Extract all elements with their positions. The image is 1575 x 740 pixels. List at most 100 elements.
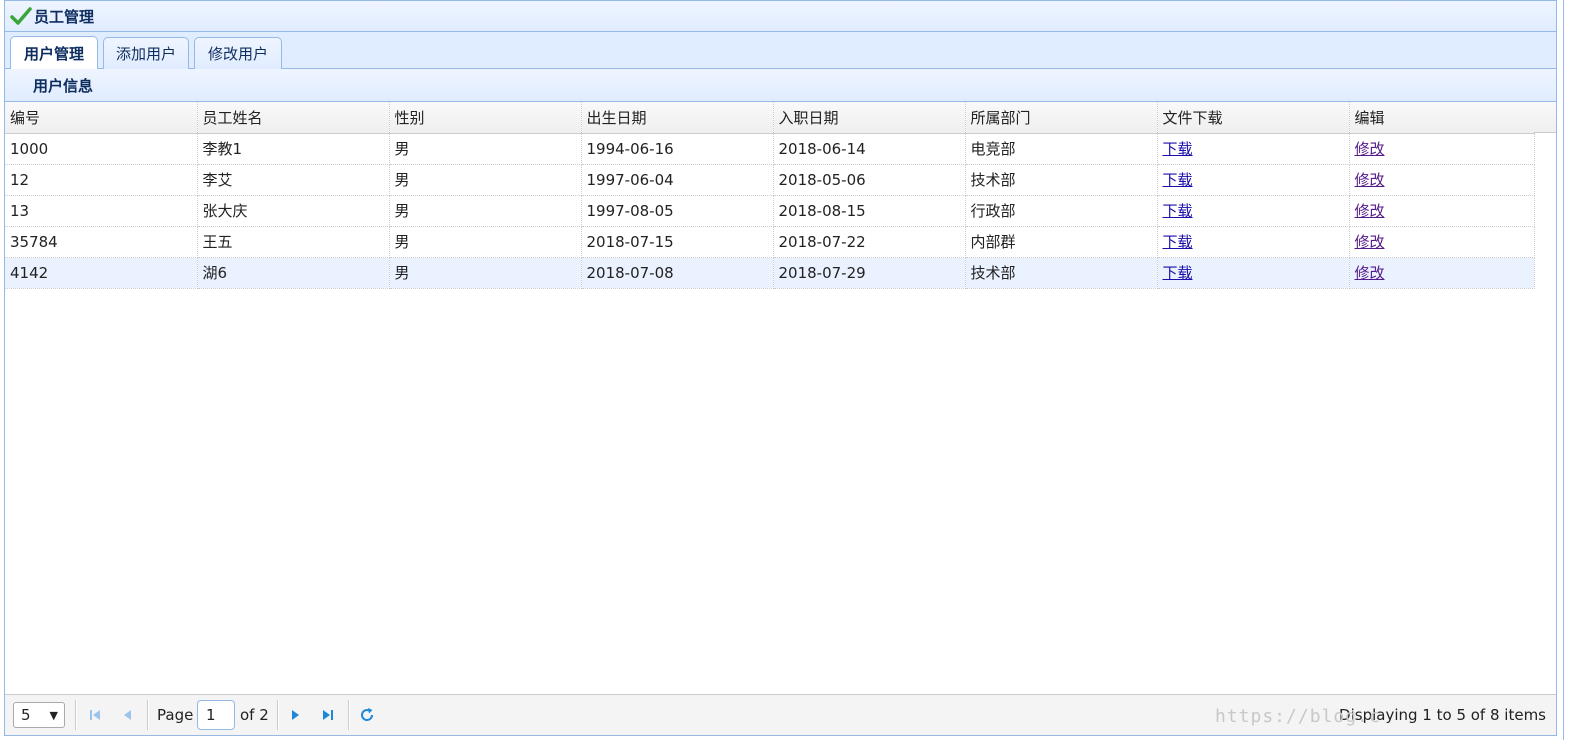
- cell-gender: 男: [389, 195, 582, 227]
- cell-name: 李艾: [197, 164, 390, 196]
- next-page-icon: [292, 710, 299, 720]
- check-icon: [10, 7, 32, 25]
- table-row[interactable]: 13 张大庆 男 1997-08-05 2018-08-15 行政部 下载 修改: [5, 195, 1535, 227]
- cell-hire-date: 2018-07-29: [773, 257, 966, 289]
- cell-name: 湖6: [197, 257, 390, 289]
- cell-department: 技术部: [965, 164, 1158, 196]
- cell-download: 下载: [1157, 164, 1350, 196]
- edit-link[interactable]: 修改: [1355, 202, 1385, 220]
- download-link[interactable]: 下载: [1163, 202, 1193, 220]
- cell-birth-date: 1994-06-16: [581, 133, 774, 165]
- cell-hire-date: 2018-06-14: [773, 133, 966, 165]
- first-page-icon: [90, 710, 100, 720]
- tab-user-management[interactable]: 用户管理: [10, 36, 98, 69]
- pager-separator: [75, 700, 77, 730]
- edit-link[interactable]: 修改: [1355, 264, 1385, 282]
- column-header-gender[interactable]: 性别: [389, 102, 582, 134]
- prev-page-icon: [124, 710, 131, 720]
- cell-hire-date: 2018-07-22: [773, 226, 966, 258]
- user-table: 编号 员工姓名 性别 出生日期 入职日期 所属部门 文件下载 编辑 1000 李…: [5, 102, 1535, 289]
- cell-download: 下载: [1157, 257, 1350, 289]
- table-row[interactable]: 1000 李教1 男 1994-06-16 2018-06-14 电竞部 下载 …: [5, 133, 1535, 165]
- header-scroll-spacer: [1534, 102, 1556, 133]
- cell-gender: 男: [389, 226, 582, 258]
- page-size-select[interactable]: 5 ▼: [13, 702, 65, 728]
- column-header-birth-date[interactable]: 出生日期: [581, 102, 774, 134]
- table-header-row: 编号 员工姓名 性别 出生日期 入职日期 所属部门 文件下载 编辑: [5, 102, 1535, 134]
- cell-hire-date: 2018-08-15: [773, 195, 966, 227]
- column-header-department[interactable]: 所属部门: [965, 102, 1158, 134]
- cell-edit: 修改: [1349, 195, 1535, 227]
- right-edge: [1557, 0, 1575, 740]
- page-size-wrap: 5 ▼: [13, 695, 65, 735]
- edit-link[interactable]: 修改: [1355, 140, 1385, 158]
- table-row[interactable]: 35784 王五 男 2018-07-15 2018-07-22 内部群 下载 …: [5, 226, 1535, 258]
- pager-separator: [348, 700, 350, 730]
- table-row-highlighted[interactable]: 4142 湖6 男 2018-07-08 2018-07-29 技术部 下载 修…: [5, 257, 1535, 289]
- cell-gender: 男: [389, 257, 582, 289]
- tabs-bar: 用户管理 添加用户 修改用户: [5, 32, 1556, 69]
- cell-download: 下载: [1157, 195, 1350, 227]
- download-link[interactable]: 下载: [1163, 140, 1193, 158]
- cell-hire-date: 2018-05-06: [773, 164, 966, 196]
- last-page-button[interactable]: [320, 695, 336, 735]
- cell-gender: 男: [389, 164, 582, 196]
- watermark: https://blog.c: [1215, 706, 1381, 727]
- page-total-label: of 2: [240, 706, 269, 724]
- page-number-input[interactable]: 1: [197, 700, 235, 730]
- cell-edit: 修改: [1349, 226, 1535, 258]
- main-panel: 员工管理 用户管理 添加用户 修改用户 用户信息 编号 员工姓名 性别 出生日期…: [4, 0, 1557, 736]
- cell-birth-date: 2018-07-08: [581, 257, 774, 289]
- column-header-name[interactable]: 员工姓名: [197, 102, 390, 134]
- first-page-button[interactable]: [87, 695, 103, 735]
- cell-id: 35784: [5, 226, 198, 258]
- panel-header: 员工管理: [5, 1, 1556, 32]
- refresh-button[interactable]: [358, 695, 376, 735]
- cell-name: 张大庆: [197, 195, 390, 227]
- cell-id: 12: [5, 164, 198, 196]
- column-header-edit[interactable]: 编辑: [1349, 102, 1535, 134]
- cell-birth-date: 2018-07-15: [581, 226, 774, 258]
- cell-department: 技术部: [965, 257, 1158, 289]
- cell-gender: 男: [389, 133, 582, 165]
- pager-separator: [277, 700, 279, 730]
- cell-name: 王五: [197, 226, 390, 258]
- user-grid: 编号 员工姓名 性别 出生日期 入职日期 所属部门 文件下载 编辑 1000 李…: [5, 102, 1556, 289]
- last-page-icon: [323, 710, 333, 720]
- edit-link[interactable]: 修改: [1355, 233, 1385, 251]
- cell-id: 1000: [5, 133, 198, 165]
- user-info-header: 用户信息: [5, 69, 1556, 102]
- column-header-id[interactable]: 编号: [5, 102, 198, 134]
- edge-line: [1563, 0, 1564, 740]
- page-size-value: 5: [21, 706, 31, 724]
- next-page-button[interactable]: [288, 695, 304, 735]
- cell-download: 下载: [1157, 133, 1350, 165]
- cell-name: 李教1: [197, 133, 390, 165]
- edit-link[interactable]: 修改: [1355, 171, 1385, 189]
- tab-edit-user[interactable]: 修改用户: [194, 37, 282, 69]
- cell-edit: 修改: [1349, 133, 1535, 165]
- download-link[interactable]: 下载: [1163, 264, 1193, 282]
- column-header-file-download[interactable]: 文件下载: [1157, 102, 1350, 134]
- dropdown-arrow-icon: ▼: [49, 709, 58, 722]
- download-link[interactable]: 下载: [1163, 233, 1193, 251]
- cell-id: 4142: [5, 257, 198, 289]
- table-row[interactable]: 12 李艾 男 1997-06-04 2018-05-06 技术部 下载 修改: [5, 164, 1535, 196]
- page-input-wrap: 1: [197, 695, 235, 735]
- cell-birth-date: 1997-08-05: [581, 195, 774, 227]
- cell-birth-date: 1997-06-04: [581, 164, 774, 196]
- cell-department: 电竞部: [965, 133, 1158, 165]
- refresh-icon: [361, 708, 374, 721]
- column-header-hire-date[interactable]: 入职日期: [773, 102, 966, 134]
- page-label: Page: [157, 706, 194, 724]
- tab-add-user[interactable]: 添加用户: [103, 37, 189, 69]
- cell-department: 内部群: [965, 226, 1158, 258]
- cell-id: 13: [5, 195, 198, 227]
- cell-download: 下载: [1157, 226, 1350, 258]
- pager-separator: [147, 700, 149, 730]
- panel-title: 员工管理: [34, 7, 95, 26]
- download-link[interactable]: 下载: [1163, 171, 1193, 189]
- cell-edit: 修改: [1349, 164, 1535, 196]
- prev-page-button[interactable]: [119, 695, 135, 735]
- cell-department: 行政部: [965, 195, 1158, 227]
